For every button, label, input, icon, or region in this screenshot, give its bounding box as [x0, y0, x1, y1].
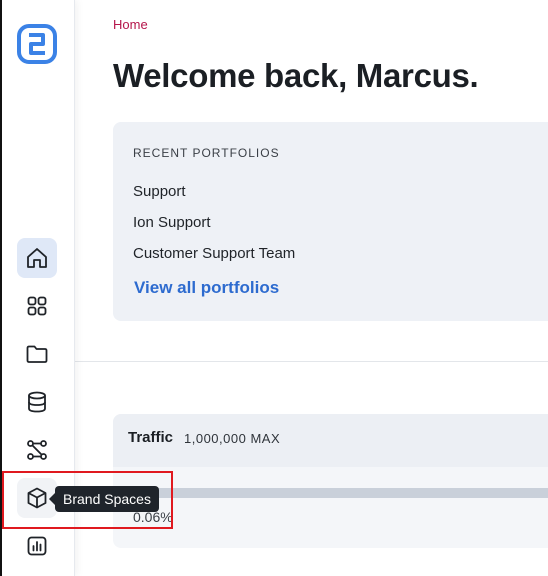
home-icon [27, 248, 47, 268]
cube-icon [27, 487, 47, 509]
recent-portfolios-heading: RECENT PORTFOLIOS [133, 146, 280, 160]
database-icon [28, 391, 46, 413]
traffic-progress-bar [133, 488, 548, 498]
recent-portfolios-card: RECENT PORTFOLIOS Support Ion Support Cu… [113, 122, 548, 321]
nodes-icon [27, 440, 47, 460]
section-divider [74, 361, 548, 362]
portfolio-link-support[interactable]: Support [133, 183, 186, 200]
sidebar-item-reports[interactable] [17, 526, 57, 566]
sidebar-item-workflows[interactable] [17, 430, 57, 470]
brand-spaces-tooltip: Brand Spaces [49, 486, 159, 512]
sidebar-item-data[interactable] [17, 382, 57, 422]
portfolio-link-customer-support-team[interactable]: Customer Support Team [133, 245, 295, 262]
breadcrumb[interactable]: Home [113, 17, 148, 32]
brand-logo-icon[interactable] [17, 24, 57, 64]
traffic-header: Traffic 1,000,000 MAX [113, 414, 548, 467]
portfolio-link-ion-support[interactable]: Ion Support [133, 214, 211, 231]
traffic-title: Traffic [128, 429, 174, 446]
traffic-max-label: 1,000,000 MAX [184, 431, 281, 446]
sidebar-edge [0, 0, 2, 576]
view-all-portfolios-link[interactable]: View all portfolios [134, 278, 279, 298]
sidebar-item-home[interactable] [17, 238, 57, 278]
bar-chart-icon [27, 536, 47, 556]
page-title: Welcome back, Marcus. [113, 57, 479, 94]
grid-icon [27, 296, 47, 316]
sidebar-item-folders[interactable] [17, 334, 57, 374]
folder-icon [26, 345, 48, 363]
sidebar-item-dashboard[interactable] [17, 286, 57, 326]
traffic-card: Traffic 1,000,000 MAX 0.06% [113, 414, 548, 548]
